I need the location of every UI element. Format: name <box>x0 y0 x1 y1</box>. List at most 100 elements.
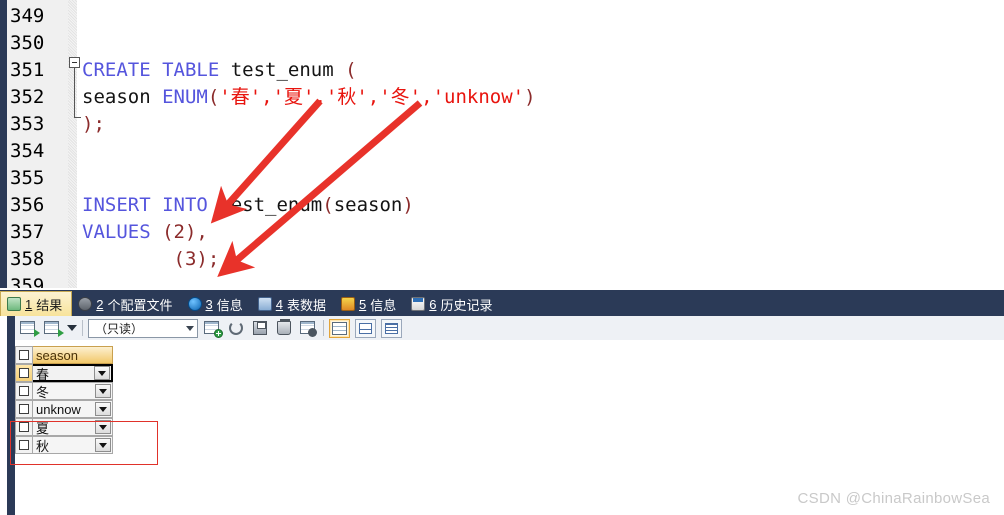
insert-record-icon[interactable] <box>19 319 40 337</box>
result-tab-3[interactable]: 3 信息 <box>182 292 252 316</box>
code-token: INSERT INTO <box>82 194 220 216</box>
panel-left-accent-bar <box>7 316 15 515</box>
highlight-rectangle <box>10 421 158 465</box>
watermark: CSDN @ChinaRainbowSea <box>797 490 990 507</box>
code-token: ) <box>402 194 414 216</box>
result-tab-4[interactable]: 4 表数据 <box>252 292 335 316</box>
duplicate-record-icon[interactable] <box>43 319 64 337</box>
column-header-season[interactable]: season <box>33 346 113 364</box>
status-icon <box>341 297 355 311</box>
result-grid-icon <box>7 297 21 311</box>
line-number: 350 <box>10 32 45 54</box>
code-line[interactable]: season ENUM('春','夏','秋','冬','unknow') <box>82 84 536 111</box>
tab-number: 1 <box>25 296 33 312</box>
table-cell-season[interactable]: 春 <box>33 364 113 382</box>
cell-dropdown-button[interactable] <box>94 366 110 380</box>
line-number: 354 <box>10 140 45 162</box>
cell-dropdown-button[interactable] <box>95 402 111 416</box>
cancel-edit-icon[interactable] <box>299 319 318 337</box>
code-line[interactable]: CREATE TABLE test_enum ( <box>82 57 357 84</box>
text-view-icon <box>385 322 398 334</box>
editor-fold-column[interactable] <box>68 0 77 288</box>
profile-icon <box>78 297 93 311</box>
form-view-icon <box>359 322 372 334</box>
tab-label: 信息 <box>370 297 397 313</box>
code-token: ) <box>82 113 94 135</box>
result-tab-5[interactable]: 5 信息 <box>335 292 405 316</box>
table-row[interactable]: unknow <box>15 400 113 418</box>
table-row[interactable]: 冬 <box>15 382 113 400</box>
row-checkbox[interactable] <box>19 404 29 414</box>
code-token: ; <box>93 113 105 135</box>
text-view-button[interactable] <box>381 318 402 338</box>
line-number: 359 <box>10 275 45 288</box>
delete-trash-icon[interactable] <box>275 319 294 337</box>
table-row[interactable]: 春 <box>15 364 113 382</box>
code-line[interactable]: ); <box>82 111 105 138</box>
code-token: CREATE TABLE <box>82 59 231 81</box>
chevron-down-icon <box>99 406 107 412</box>
chevron-down-icon <box>186 325 194 331</box>
result-tab-2[interactable]: 2 个配置文件 <box>72 292 181 316</box>
table-cell-season[interactable]: unknow <box>33 400 113 418</box>
sql-editor[interactable]: 349 350 351 CREATE TABLE test_enum (352 seas… <box>0 0 1004 288</box>
tab-number: 6 <box>429 296 437 312</box>
cell-dropdown-button[interactable] <box>95 384 111 398</box>
grid-view-icon <box>332 321 347 335</box>
row-select-cell[interactable] <box>15 346 33 364</box>
tab-label: 个配置文件 <box>107 297 173 313</box>
chevron-down-icon <box>99 388 107 394</box>
code-line[interactable]: (3); <box>82 246 220 273</box>
add-record-icon[interactable] <box>203 319 223 338</box>
editor-code-area[interactable] <box>77 0 1004 288</box>
toolbar-divider <box>323 320 324 336</box>
result-tab-bar[interactable]: 1 结果 2 个配置文件 3 信息 4 表数据 5 信息 6 历史记录 <box>0 290 1004 316</box>
code-line[interactable]: INSERT INTO test_enum(season) <box>82 192 414 219</box>
result-panel: （只读） season 春 冬 unknow 夏 秋 <box>0 316 1004 515</box>
row-checkbox[interactable] <box>19 386 29 396</box>
cell-value: unknow <box>36 401 81 417</box>
code-line[interactable]: VALUES (2), <box>82 219 208 246</box>
row-select-cell[interactable] <box>15 382 33 400</box>
tab-number: 2 <box>96 296 104 312</box>
code-token: ( <box>322 194 334 216</box>
form-view-button[interactable] <box>355 318 376 338</box>
code-fold-collapse-icon[interactable] <box>69 57 80 68</box>
tab-number: 5 <box>359 296 367 312</box>
line-number: 356 <box>10 194 45 216</box>
chevron-down-icon <box>98 370 106 376</box>
table-cell-season[interactable]: 冬 <box>33 382 113 400</box>
cell-value: 冬 <box>36 384 50 400</box>
code-token: ) <box>524 86 536 108</box>
line-number: 358 <box>10 248 45 270</box>
row-select-cell[interactable] <box>15 364 33 382</box>
code-token: VALUES <box>82 221 163 243</box>
line-number: 349 <box>10 5 45 27</box>
code-token: (3); <box>82 248 220 270</box>
line-number: 352 <box>10 86 45 108</box>
line-number: 355 <box>10 167 45 189</box>
code-token: season <box>82 86 163 108</box>
tab-label: 结果 <box>36 297 63 313</box>
grid-toolbar[interactable]: （只读） <box>15 316 1004 340</box>
grid-view-button[interactable] <box>329 318 350 338</box>
tab-label: 信息 <box>216 297 243 313</box>
chevron-down-icon[interactable] <box>67 325 77 331</box>
row-checkbox[interactable] <box>19 368 29 378</box>
code-token: (2), <box>162 221 208 243</box>
toolbar-divider <box>82 320 83 336</box>
tab-number: 3 <box>205 296 213 312</box>
grid-header-row: season <box>15 346 113 364</box>
code-token: season <box>333 194 403 216</box>
save-icon[interactable] <box>251 319 270 337</box>
select-all-checkbox[interactable] <box>19 350 29 360</box>
result-tab-6[interactable]: 6 历史记录 <box>405 292 501 316</box>
result-data-grid[interactable]: season 春冬 unknow 夏秋 <box>15 346 1004 486</box>
tab-label: 表数据 <box>286 297 326 313</box>
code-fold-end <box>74 117 81 118</box>
row-select-cell[interactable] <box>15 400 33 418</box>
readonly-mode-select-value: （只读） <box>95 321 144 336</box>
readonly-mode-select[interactable]: （只读） <box>88 318 198 338</box>
refresh-icon[interactable] <box>227 319 246 337</box>
result-tab-1[interactable]: 1 结果 <box>0 291 73 316</box>
